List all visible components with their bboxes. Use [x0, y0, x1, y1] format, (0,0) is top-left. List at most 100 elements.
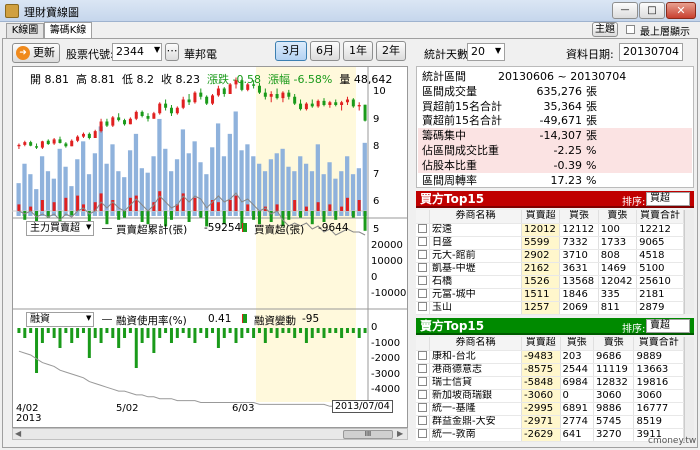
table-header[interactable]: 券商名稱: [429, 337, 522, 351]
buy-sort-select[interactable]: 買超: [646, 192, 690, 206]
table-row[interactable]: 凱基-中壢 2162 3631 1469 5100: [416, 262, 684, 276]
row-checkbox[interactable]: [418, 351, 427, 360]
margin-bar: [293, 328, 297, 338]
minimize-button[interactable]: —: [612, 2, 638, 19]
volume-bar: [186, 153, 191, 216]
row-checkbox[interactable]: [418, 302, 427, 311]
stat-label: 賣超前15名合計: [422, 114, 502, 128]
row-checkbox[interactable]: [418, 250, 427, 259]
row-checkbox[interactable]: [418, 429, 427, 438]
broker-name: 元富-城中: [429, 288, 522, 302]
net-bar: [299, 211, 303, 218]
margin-change-legend-label: 融資變動: [254, 315, 296, 327]
tab-chip-kline[interactable]: 籌碼K線圖: [44, 22, 92, 51]
buy-table-scrollbar[interactable]: [684, 210, 694, 314]
refresh-button[interactable]: ➜ 更新: [12, 43, 60, 63]
table-row[interactable]: 新加坡商瑞銀 -3060 0 3060 3060: [416, 389, 684, 403]
stat-value: 20130606 ~ 20130704: [498, 70, 627, 83]
row-checkbox[interactable]: [418, 364, 427, 373]
margin-bar: [117, 328, 121, 348]
period-3m-button[interactable]: 3月: [275, 41, 307, 61]
table-row[interactable]: 玉山 1257 2069 811 2879: [416, 301, 684, 315]
row-checkbox-cell: [416, 428, 430, 442]
table-row[interactable]: 統一-基隆 -2995 6891 9886 16777: [416, 402, 684, 416]
table-row[interactable]: 元富-城中 1511 1846 335 2181: [416, 288, 684, 302]
table-cell: 9065: [636, 236, 684, 250]
scroll-thumb[interactable]: III: [343, 430, 393, 439]
table-header[interactable]: 買張: [560, 337, 594, 351]
table-row[interactable]: 日盛 5599 7332 1733 9065: [416, 236, 684, 250]
sell-table-scrollbar[interactable]: [684, 337, 694, 441]
table-row[interactable]: 石橋 1526 13568 12042 25610: [416, 275, 684, 289]
maximize-button[interactable]: □: [639, 2, 665, 19]
table-cell: 641: [560, 428, 594, 442]
theme-button[interactable]: 主題: [592, 22, 618, 37]
table-row[interactable]: 群益金鼎-大安 -2971 2774 5745 8519: [416, 415, 684, 429]
table-header[interactable]: 買賣超: [521, 337, 561, 351]
stock-search-button[interactable]: ⋯: [165, 43, 179, 61]
table-row[interactable]: 康和-台北 -9483 203 9686 9889: [416, 350, 684, 364]
net-bar: [275, 204, 279, 211]
table-cell: 1526: [521, 275, 561, 289]
sell-sort-select[interactable]: 賣超: [646, 319, 690, 333]
candle-body: [222, 88, 226, 94]
row-checkbox[interactable]: [418, 403, 427, 412]
tab-kline[interactable]: K線圖: [6, 23, 44, 38]
table-cell: 1511: [521, 288, 561, 302]
period-6m-button[interactable]: 6月: [310, 41, 340, 61]
period-1y-button[interactable]: 1年: [343, 41, 373, 61]
broker-name: 統一-基隆: [429, 402, 522, 416]
margin-select[interactable]: 融資: [26, 312, 94, 327]
table-header[interactable]: 買賣合計: [633, 337, 684, 351]
scroll-right-icon[interactable]: ▶: [397, 429, 403, 438]
indicator-select[interactable]: 主力買賣超: [26, 221, 94, 236]
table-cell: 3270: [593, 428, 635, 442]
stat-value: -2.25: [553, 144, 582, 157]
table-cell: 19816: [633, 376, 684, 390]
table-row[interactable]: 港商德意志 -8575 2544 11119 13663: [416, 363, 684, 377]
table-header[interactable]: 買賣超: [521, 210, 561, 224]
table-row[interactable]: 宏遠 12012 12112 100 12212: [416, 223, 684, 237]
data-date-input[interactable]: 20130704: [619, 43, 683, 61]
broker-name: 港商德意志: [429, 363, 522, 377]
table-header[interactable]: 券商名稱: [429, 210, 522, 224]
app-icon: [5, 4, 19, 18]
row-checkbox[interactable]: [418, 377, 427, 386]
table-header[interactable]: 買張: [559, 210, 599, 224]
candle-body: [281, 92, 285, 99]
row-checkbox[interactable]: [418, 276, 427, 285]
chart-scrollbar[interactable]: ◀ III ▶: [12, 428, 408, 440]
table-row[interactable]: 元大-館前 2902 3710 808 4518: [416, 249, 684, 263]
table-row[interactable]: 統一-敦南 -2629 641 3270 3911: [416, 428, 684, 442]
candle-body: [169, 107, 173, 114]
always-on-top-checkbox[interactable]: [626, 25, 635, 34]
net-bar: [340, 206, 344, 211]
row-checkbox-cell: [416, 301, 430, 315]
stock-code-dropdown[interactable]: ▼: [154, 45, 160, 54]
row-checkbox[interactable]: [418, 224, 427, 233]
price-tick-label: 6: [373, 196, 380, 207]
stat-days-dropdown-icon: ▼: [495, 46, 502, 55]
scroll-left-icon[interactable]: ◀: [15, 429, 21, 438]
close-button[interactable]: ✕: [666, 2, 696, 19]
row-checkbox[interactable]: [418, 263, 427, 272]
row-checkbox[interactable]: [418, 416, 427, 425]
table-header[interactable]: 賣張: [593, 337, 635, 351]
row-checkbox[interactable]: [418, 289, 427, 298]
tab-strip: K線圖 籌碼K線圖 主題 最上層顯示: [0, 22, 700, 51]
net-bar: [123, 211, 127, 218]
volume-bar: [116, 171, 121, 216]
margin-bar: [181, 328, 185, 333]
candle-body: [299, 103, 303, 110]
row-checkbox[interactable]: [418, 237, 427, 246]
volume-bar: [215, 123, 221, 216]
table-cell: 8519: [633, 415, 684, 429]
table-header[interactable]: 買賣合計: [636, 210, 684, 224]
volume-bar: [321, 174, 326, 216]
margin-bar: [187, 328, 191, 338]
table-header[interactable]: 賣張: [598, 210, 638, 224]
period-2y-button[interactable]: 2年: [376, 41, 406, 61]
row-checkbox[interactable]: [418, 390, 427, 399]
table-row[interactable]: 瑞士信貸 -5848 6984 12832 19816: [416, 376, 684, 390]
stat-value: -0.39: [553, 158, 582, 172]
